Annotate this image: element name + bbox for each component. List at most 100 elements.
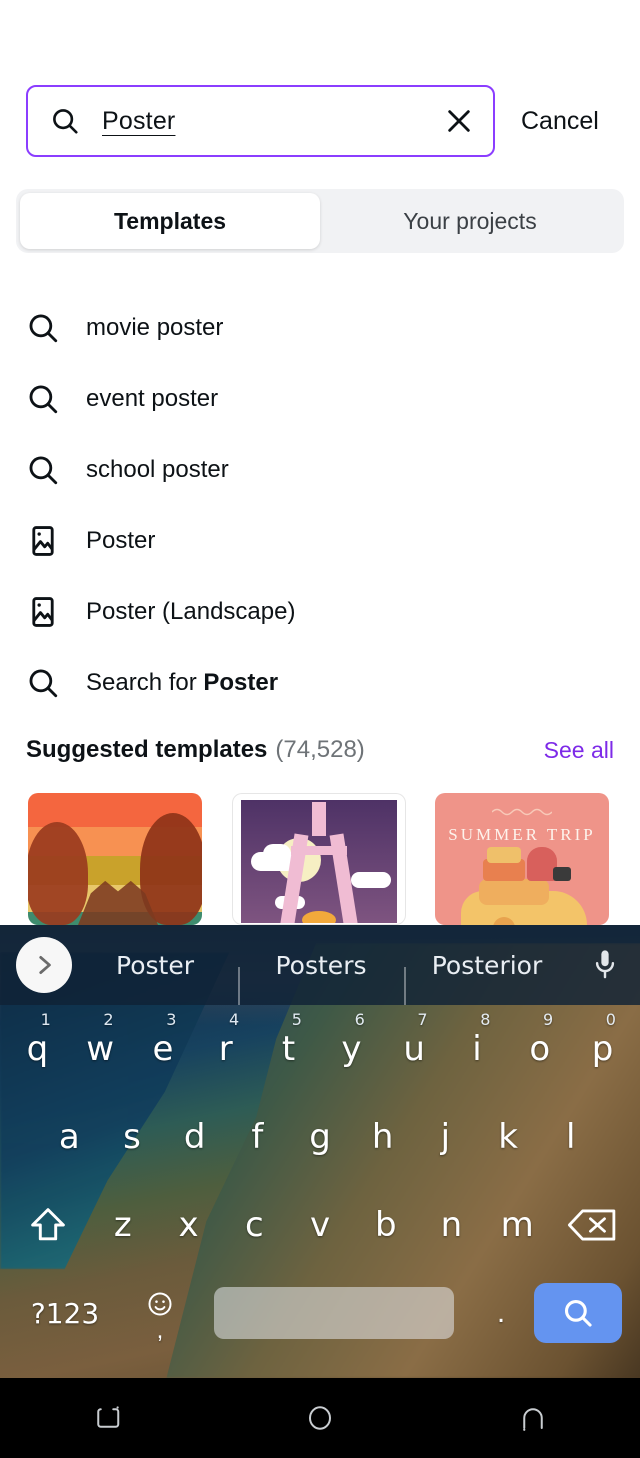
search-input-container[interactable]: Poster: [26, 85, 495, 157]
key-k[interactable]: k: [477, 1094, 540, 1180]
key-b[interactable]: b: [353, 1182, 419, 1268]
suggestion-item-search-for-query[interactable]: Search for Poster: [0, 647, 640, 718]
search-icon: [29, 314, 58, 342]
template-card-sunset-heart-hands[interactable]: [28, 793, 202, 925]
cancel-button[interactable]: Cancel: [521, 107, 599, 136]
keyboard-row-1: 1q 2w 3e 4r 5t 6y 7u 8i 9o 0p: [0, 1005, 640, 1093]
key-label: o: [529, 1029, 551, 1069]
period-key[interactable]: .: [468, 1296, 534, 1330]
key-a[interactable]: a: [38, 1094, 101, 1180]
key-x[interactable]: x: [156, 1182, 222, 1268]
keyboard-suggestion-2[interactable]: Posterior: [404, 951, 570, 1005]
thumbnail-image: SUMMER TRIP: [435, 793, 609, 925]
key-label: u: [403, 1029, 425, 1069]
key-label: r: [218, 1029, 233, 1069]
tab-templates[interactable]: Templates: [20, 193, 320, 249]
backspace-icon: [567, 1209, 616, 1241]
chevron-right-icon: [39, 956, 51, 974]
key-h[interactable]: h: [351, 1094, 414, 1180]
key-j[interactable]: j: [414, 1094, 477, 1180]
template-caption: SUMMER TRIP: [448, 825, 596, 844]
key-hint: 8: [480, 1010, 491, 1029]
close-icon[interactable]: [443, 105, 475, 137]
search-icon: [29, 456, 58, 484]
suggestion-item-poster[interactable]: Poster: [0, 505, 640, 576]
key-y[interactable]: 6y: [320, 1006, 383, 1092]
suggestion-item-poster-landscape[interactable]: Poster (Landscape): [0, 576, 640, 647]
key-n[interactable]: n: [419, 1182, 485, 1268]
shift-key[interactable]: [6, 1181, 90, 1269]
key-hint: 5: [291, 1010, 302, 1029]
shift-icon: [31, 1208, 65, 1241]
key-v[interactable]: v: [287, 1182, 353, 1268]
suggestion-item-movie-poster[interactable]: movie poster: [0, 292, 640, 363]
tab-bar: Templates Your projects: [16, 189, 624, 253]
key-r[interactable]: 4r: [194, 1006, 257, 1092]
back-button[interactable]: [427, 1403, 640, 1433]
key-label: y: [341, 1029, 362, 1069]
suggestion-label: Poster: [86, 526, 156, 554]
space-key[interactable]: [214, 1287, 454, 1339]
key-t[interactable]: 5t: [257, 1006, 320, 1092]
section-title: Suggested templates: [26, 736, 268, 763]
phone-screen: Poster Cancel Templates Your projects mo…: [0, 0, 640, 1458]
thumbnail-image: [241, 800, 397, 923]
key-hint: 1: [40, 1010, 51, 1029]
keyboard-rows: 1q 2w 3e 4r 5t 6y 7u 8i 9o 0p a s d f g …: [0, 1005, 640, 1378]
keyboard-suggestion-0[interactable]: Poster: [72, 951, 238, 980]
see-all-link[interactable]: See all: [544, 737, 614, 764]
key-i[interactable]: 8i: [446, 1006, 509, 1092]
key-s[interactable]: s: [101, 1094, 164, 1180]
key-c[interactable]: c: [221, 1182, 287, 1268]
key-label: p: [591, 1029, 614, 1069]
search-enter-key[interactable]: [534, 1283, 622, 1343]
key-q[interactable]: 1q: [6, 1006, 69, 1092]
key-hint: 7: [417, 1010, 428, 1029]
suggestion-item-school-poster[interactable]: school poster: [0, 434, 640, 505]
suggestion-label: Search for Poster: [86, 669, 278, 697]
key-label: q: [26, 1029, 49, 1069]
home-button[interactable]: [213, 1403, 426, 1433]
recents-icon: [96, 1406, 119, 1428]
key-e[interactable]: 3e: [132, 1006, 195, 1092]
suggestion-query: Poster: [203, 668, 279, 696]
keyboard-row-4: ?123 , .: [0, 1269, 640, 1357]
suggestion-label: school poster: [86, 455, 229, 483]
key-d[interactable]: d: [163, 1094, 226, 1180]
search-icon: [29, 669, 58, 697]
wave-decoration-icon: [492, 808, 552, 816]
back-icon: [523, 1408, 544, 1431]
home-icon: [308, 1406, 331, 1430]
emoji-key[interactable]: ,: [120, 1290, 200, 1344]
suggestion-item-event-poster[interactable]: event poster: [0, 363, 640, 434]
app-content: Poster Cancel Templates Your projects mo…: [0, 0, 640, 925]
section-count: (74,528): [275, 736, 365, 763]
key-u[interactable]: 7u: [383, 1006, 446, 1092]
key-f[interactable]: f: [226, 1094, 289, 1180]
keyboard-suggestion-1[interactable]: Posters: [238, 951, 404, 1005]
key-hint: 4: [229, 1010, 240, 1029]
key-hint: 0: [605, 1010, 616, 1029]
expand-suggestions-button[interactable]: [16, 937, 72, 993]
backspace-key[interactable]: [550, 1181, 634, 1269]
search-bar-row: Poster Cancel: [0, 85, 640, 157]
key-w[interactable]: 2w: [69, 1006, 132, 1092]
key-l[interactable]: l: [539, 1094, 602, 1180]
comma-label: ,: [156, 1317, 164, 1344]
key-p[interactable]: 0p: [571, 1006, 634, 1092]
suggestion-label: event poster: [86, 384, 219, 412]
recents-button[interactable]: [0, 1403, 213, 1433]
key-z[interactable]: z: [90, 1182, 156, 1268]
key-label: e: [152, 1029, 174, 1069]
keyboard-row-3: z x c v b n m: [0, 1181, 640, 1269]
search-input[interactable]: Poster: [102, 107, 443, 136]
symbols-key[interactable]: ?123: [10, 1297, 120, 1330]
key-g[interactable]: g: [289, 1094, 352, 1180]
template-card-summer-trip[interactable]: SUMMER TRIP: [435, 793, 609, 925]
key-o[interactable]: 9o: [508, 1006, 571, 1092]
template-card-eiffel-tower[interactable]: [232, 793, 406, 925]
key-m[interactable]: m: [484, 1182, 550, 1268]
tab-your-projects[interactable]: Your projects: [320, 193, 620, 249]
voice-input-button[interactable]: [570, 948, 640, 982]
suggestion-label: movie poster: [86, 313, 224, 341]
